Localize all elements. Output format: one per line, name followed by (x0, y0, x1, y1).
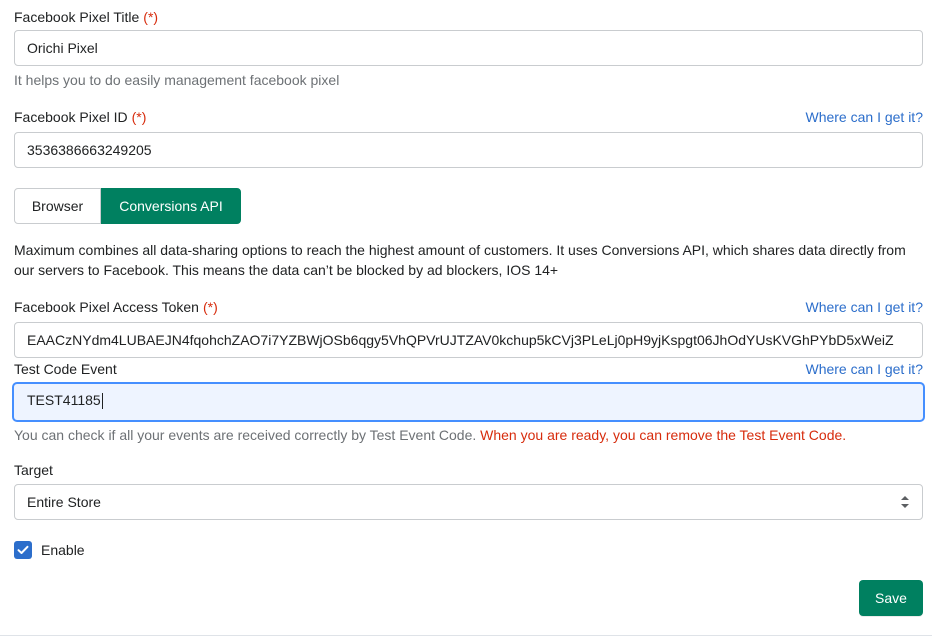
pixel-title-label: Facebook Pixel Title (*) (14, 8, 158, 26)
test-code-help-text: You can check if all your events are rec… (14, 427, 477, 443)
tab-browser[interactable]: Browser (14, 188, 101, 224)
bottom-divider (0, 635, 932, 636)
test-code-input[interactable]: TEST41185 (12, 382, 925, 422)
conversions-api-description: Maximum combines all data-sharing option… (14, 242, 906, 278)
checkmark-icon (17, 545, 29, 554)
required-mark: (*) (202, 299, 218, 315)
pixel-id-label-text: Facebook Pixel ID (14, 109, 128, 125)
text-cursor (101, 393, 103, 410)
pixel-id-help-link[interactable]: Where can I get it? (805, 108, 923, 126)
target-selected-value: Entire Store (27, 494, 101, 510)
test-code-warning: When you are ready, you can remove the T… (480, 427, 847, 443)
access-token-label: Facebook Pixel Access Token (*) (14, 298, 218, 316)
target-label: Target (14, 462, 53, 478)
access-token-label-text: Facebook Pixel Access Token (14, 299, 199, 315)
pixel-id-input[interactable]: 3536386663249205 (14, 132, 923, 168)
pixel-title-help: It helps you to do easily management fac… (14, 72, 340, 88)
test-code-help-link[interactable]: Where can I get it? (805, 360, 923, 378)
pixel-title-label-text: Facebook Pixel Title (14, 9, 140, 25)
test-code-help: You can check if all your events are rec… (14, 426, 846, 444)
pixel-id-label: Facebook Pixel ID (*) (14, 108, 146, 126)
test-code-label: Test Code Event (14, 361, 117, 377)
mode-tabs: Browser Conversions API (14, 188, 241, 224)
target-select[interactable]: Entire Store (14, 484, 923, 520)
save-button[interactable]: Save (859, 580, 923, 616)
enable-checkbox[interactable] (14, 541, 32, 559)
access-token-input[interactable]: EAACzNYdm4LUBAEJN4fqohchZAO7i7YZBWjOSb6q… (14, 322, 923, 358)
access-token-help-link[interactable]: Where can I get it? (805, 298, 923, 316)
required-mark: (*) (143, 9, 159, 25)
enable-label: Enable (41, 542, 85, 558)
pixel-title-input[interactable]: Orichi Pixel (14, 30, 923, 66)
required-mark: (*) (131, 109, 147, 125)
test-code-value: TEST41185 (27, 392, 101, 408)
tab-conversions-api[interactable]: Conversions API (101, 188, 241, 224)
select-arrows-icon (901, 496, 909, 508)
